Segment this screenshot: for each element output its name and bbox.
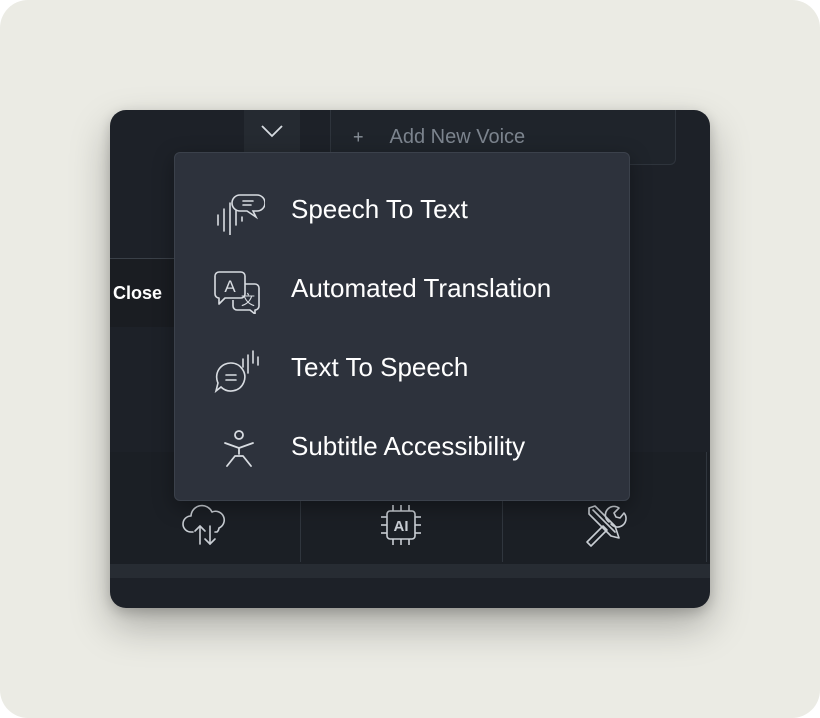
text-to-speech-icon — [213, 349, 265, 394]
menu-item-subtitle-accessibility[interactable]: Subtitle Accessibility — [175, 414, 629, 478]
ai-chip-icon: AI — [378, 502, 424, 553]
menu-item-automated-translation[interactable]: A 文 Automated Translation — [175, 256, 629, 320]
accessibility-icon — [213, 428, 265, 472]
menu-item-speech-to-text[interactable]: Speech To Text — [175, 177, 629, 241]
dropdown-menu: Speech To Text A 文 Automated Translation… — [174, 152, 630, 501]
svg-text:文: 文 — [241, 292, 255, 308]
menu-item-text-to-speech[interactable]: Text To Speech — [175, 335, 629, 399]
menu-item-label: Subtitle Accessibility — [291, 430, 526, 461]
menu-item-label: Automated Translation — [291, 272, 552, 303]
side-panel-tab[interactable]: e Close — [110, 258, 181, 327]
plus-icon: + — [353, 126, 364, 147]
cloud-upload-download-icon — [181, 502, 229, 553]
voice-dropdown-button[interactable] — [244, 110, 300, 156]
tools-icon — [581, 502, 627, 553]
translate-icon: A 文 — [213, 270, 265, 315]
svg-text:A: A — [224, 277, 236, 296]
bottom-strip — [110, 564, 710, 578]
speech-to-text-icon — [213, 191, 266, 236]
side-tab-label: e Close — [110, 283, 163, 303]
add-new-voice-label: Add New Voice — [389, 125, 526, 148]
chevron-down-icon — [260, 124, 284, 143]
menu-item-label: Speech To Text — [291, 193, 468, 224]
svg-text:AI: AI — [394, 518, 409, 535]
menu-item-label: Text To Speech — [291, 351, 469, 382]
